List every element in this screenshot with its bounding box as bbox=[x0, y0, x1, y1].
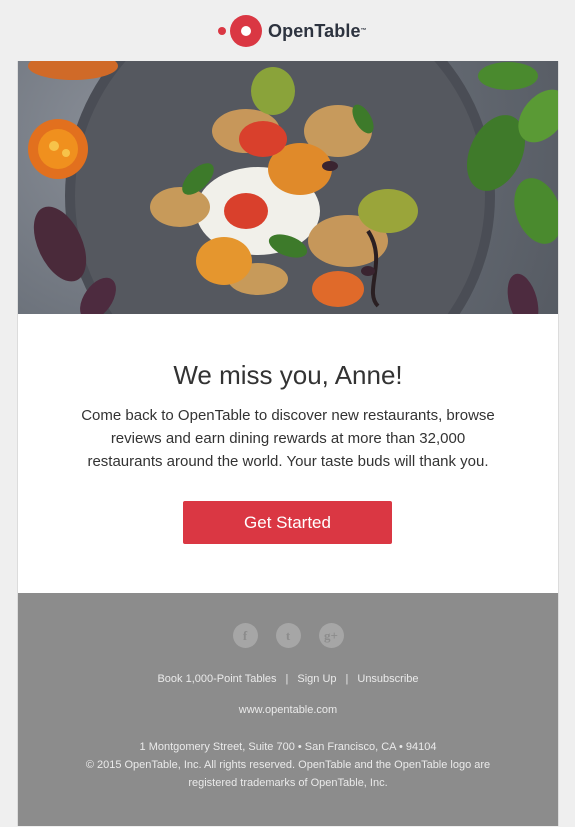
copyright-line-2: registered trademarks of OpenTable, Inc. bbox=[188, 777, 388, 789]
book-tables-link[interactable]: Book 1,000-Point Tables bbox=[157, 673, 276, 685]
sign-up-link[interactable]: Sign Up bbox=[297, 673, 336, 685]
message-content: We miss you, Anne! Come back to OpenTabl… bbox=[18, 314, 558, 593]
email-card: We miss you, Anne! Come back to OpenTabl… bbox=[17, 61, 559, 826]
greeting-title: We miss you, Anne! bbox=[173, 360, 403, 390]
brand-name: OpenTable bbox=[268, 20, 361, 41]
postal-address: 1 Montgomery Street, Suite 700 • San Fra… bbox=[139, 741, 437, 753]
food-plate-image bbox=[18, 61, 558, 314]
footer-links: Book 1,000-Point Tables | Sign Up | Unsubscr… bbox=[18, 673, 558, 685]
website-link[interactable]: www.opentable.com bbox=[18, 704, 558, 716]
copyright-line-1: © 2015 OpenTable, Inc. All rights reserv… bbox=[85, 759, 491, 771]
address-block: 1 Montgomery Street, Suite 700 • San Fra… bbox=[18, 738, 558, 792]
google-plus-icon[interactable]: g+ bbox=[318, 623, 344, 648]
opentable-logo[interactable]: OpenTable ™ bbox=[218, 15, 367, 47]
trademark-symbol: ™ bbox=[360, 28, 367, 34]
link-separator: | bbox=[345, 673, 349, 685]
email-footer: f t g+ Book 1,000-Point Tables | Sign Up | U… bbox=[18, 593, 558, 826]
hero-illustration bbox=[28, 61, 558, 314]
message-body: Come back to OpenTable to discover new r… bbox=[81, 407, 495, 470]
opentable-logo-icon bbox=[218, 15, 262, 47]
get-started-button[interactable]: Get Started bbox=[183, 501, 392, 544]
social-links: f t g+ bbox=[18, 623, 558, 648]
facebook-icon[interactable]: f bbox=[232, 623, 258, 648]
unsubscribe-link[interactable]: Unsubscribe bbox=[357, 673, 418, 685]
twitter-icon[interactable]: t bbox=[275, 623, 301, 648]
email-header: OpenTable ™ bbox=[0, 0, 575, 61]
link-separator: | bbox=[285, 673, 289, 685]
